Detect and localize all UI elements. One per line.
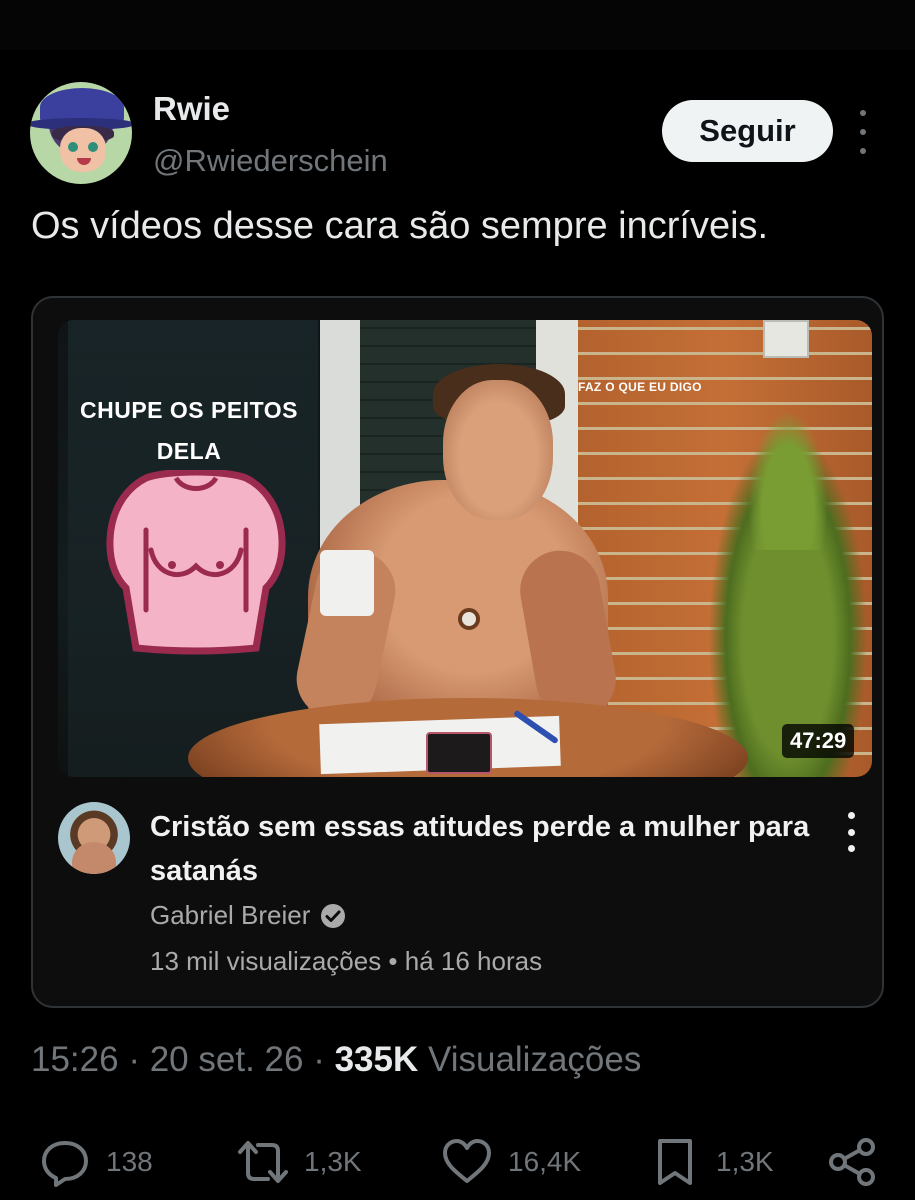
verified-check-icon (321, 903, 346, 928)
tweet-timestamp: 15:26 · 20 set. 26 · 335K Visualizações (31, 1040, 642, 1079)
reply-button[interactable]: 138 (38, 1135, 153, 1189)
retweet-button[interactable]: 1,3K (236, 1135, 362, 1189)
tweet-text: Os vídeos desse cara são sempre incrívei… (31, 205, 769, 247)
share-button[interactable] (826, 1135, 880, 1189)
channel-name[interactable]: Gabriel Breier (150, 900, 310, 931)
author-name[interactable]: Rwie (153, 90, 230, 128)
video-duration-badge: 47:29 (782, 724, 855, 758)
author-avatar[interactable] (30, 82, 132, 184)
channel-avatar[interactable] (58, 802, 130, 874)
video-thumbnail[interactable]: CHUPE OS PEITOS DELA FAZ O QUE EU DIGO 4… (58, 320, 872, 777)
tweet-date[interactable]: 20 set. 26 (150, 1040, 304, 1079)
heart-icon (443, 1139, 491, 1183)
author-handle[interactable]: @Rwiederschein (153, 143, 388, 179)
reply-count: 138 (106, 1146, 153, 1177)
reply-icon (42, 1141, 88, 1187)
video-title[interactable]: Cristão sem essas atitudes perde a mulhe… (150, 805, 810, 893)
video-more-options-icon[interactable] (845, 812, 857, 852)
bookmark-icon (658, 1139, 692, 1185)
retweet-icon (238, 1141, 288, 1183)
share-icon (829, 1138, 875, 1186)
follow-button[interactable]: Seguir (662, 100, 833, 162)
channel-row: Gabriel Breier (150, 900, 346, 931)
bookmark-count: 1,3K (716, 1146, 774, 1177)
top-status-band (0, 0, 915, 50)
views-count: 335K (334, 1040, 419, 1079)
thumbnail-small-text: FAZ O QUE EU DIGO (578, 380, 702, 394)
more-options-icon[interactable] (850, 110, 876, 154)
torso-illustration-icon (106, 470, 286, 655)
like-button[interactable]: 16,4K (440, 1135, 581, 1189)
video-meta: 13 mil visualizações • há 16 horas (150, 946, 543, 976)
tweet-time[interactable]: 15:26 (31, 1040, 119, 1079)
views-label: Visualizações (427, 1040, 642, 1079)
retweet-count: 1,3K (304, 1146, 362, 1177)
like-count: 16,4K (508, 1146, 582, 1177)
bookmark-button[interactable]: 1,3K (648, 1135, 774, 1189)
thumbnail-overlay-text: CHUPE OS PEITOS DELA (80, 397, 298, 464)
